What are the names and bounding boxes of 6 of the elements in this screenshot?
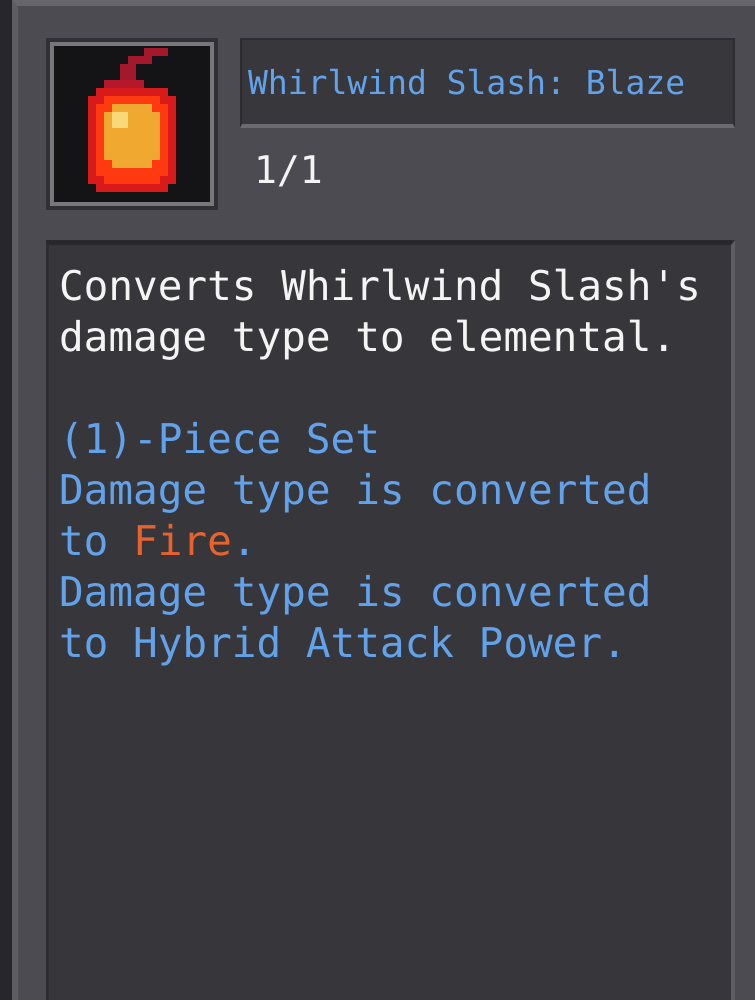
set-bonus-effect: Damage type is converted to Hybrid Attack Power. [59, 567, 652, 669]
skill-name: Whirlwind Slash: Blaze [240, 38, 735, 128]
description-text: Converts Whirlwind Slash's damage type to elemental. [59, 261, 702, 363]
set-bonus-effect: Damage type is converted to Fire. [59, 465, 652, 567]
skill-count: 1/1 [253, 148, 323, 192]
set-bonus-title: (1)-Piece Set [59, 414, 381, 465]
